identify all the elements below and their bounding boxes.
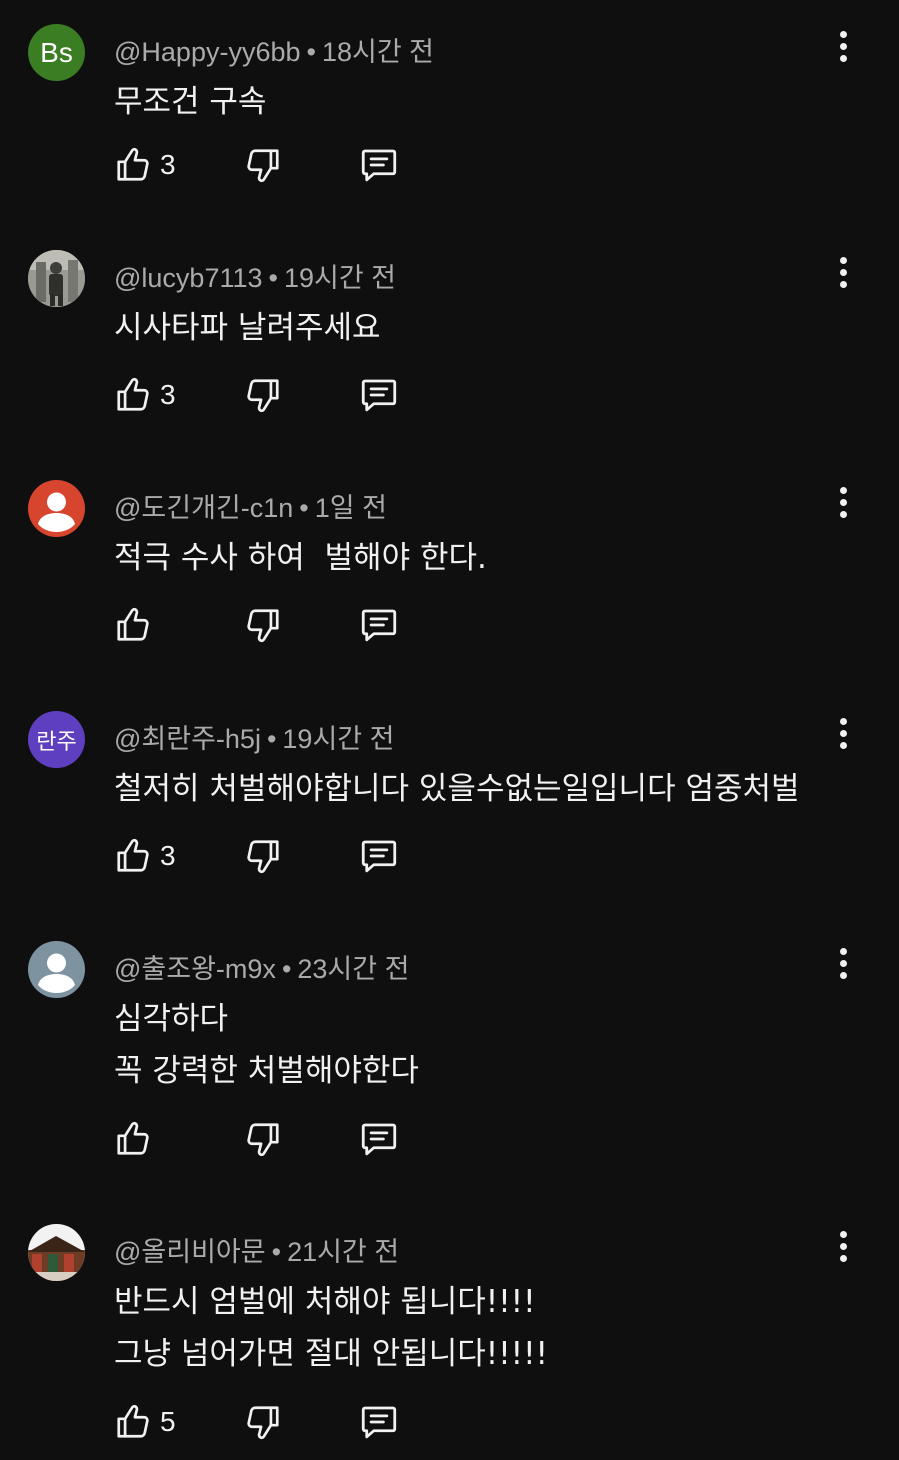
avatar[interactable] (28, 250, 85, 307)
comment-text-line: 꼭 강력한 처벌해야한다 (114, 1053, 419, 1089)
timestamp: 19시간 전 (282, 724, 395, 754)
reply-button[interactable] (358, 144, 400, 186)
dislike-button[interactable] (244, 604, 282, 646)
author-handle[interactable]: @올리비아문 (114, 1237, 266, 1267)
separator-dot: • (299, 493, 309, 523)
like-button[interactable] (114, 1118, 160, 1160)
avatar[interactable]: Bs (28, 24, 85, 81)
comment-bubble-icon (358, 144, 400, 186)
thumbs-down-icon (244, 144, 282, 186)
comment-bubble-icon (358, 374, 400, 416)
comment-meta: @출조왕-m9x • 23시간 전 (114, 947, 409, 986)
comment-text-line: 철저히 처벌해야합니다 있을수없는일입니다 엄중처벌 (114, 771, 800, 807)
comment-actions: 5 (114, 1401, 434, 1445)
comment-text: 철저히 처벌해야합니다 있을수없는일입니다 엄중처벌 (114, 763, 800, 815)
thumbs-up-icon (114, 1401, 152, 1443)
like-count: 3 (160, 840, 176, 871)
thumbs-up-icon (114, 835, 152, 877)
thumbs-down-icon (244, 374, 282, 416)
comment-meta: @lucyb7113 • 19시간 전 (114, 256, 396, 295)
avatar-initials: Bs (40, 36, 73, 68)
comment-text: 심각하다꼭 강력한 처벌해야한다 (114, 993, 419, 1097)
comment-text-line: 심각하다 (114, 1001, 229, 1037)
author-handle[interactable]: @도긴개긴-c1n (114, 493, 293, 523)
author-handle[interactable]: @최란주-h5j (114, 724, 261, 754)
timestamp: 23시간 전 (297, 954, 410, 984)
separator-dot: • (268, 263, 278, 293)
reply-button[interactable] (358, 374, 400, 416)
separator-dot: • (281, 954, 292, 984)
thumbs-down-icon (244, 1118, 282, 1160)
comment-text-line: 반드시 엄벌에 처해야 됩니다!!!! (114, 1284, 536, 1320)
timestamp: 19시간 전 (283, 263, 397, 293)
comment-actions: 3 (114, 374, 434, 418)
comment-actions (114, 604, 434, 648)
thumbs-up-icon (114, 1118, 152, 1160)
comment-text: 반드시 엄벌에 처해야 됩니다!!!! 그냥 넘어가면 절대 안됩니다!!!!! (114, 1276, 548, 1380)
comment-actions (114, 1118, 434, 1162)
more-options-icon[interactable] (828, 711, 858, 755)
comment-text-line: 시사타파 날려주세요 (114, 310, 381, 346)
separator-dot: • (271, 1237, 282, 1267)
dislike-button[interactable] (244, 144, 282, 186)
thumbs-down-icon (244, 1401, 282, 1443)
like-button[interactable]: 5 (114, 1401, 176, 1443)
reply-button[interactable] (358, 1118, 400, 1160)
avatar[interactable]: 란주 (28, 711, 85, 768)
author-handle[interactable]: @Happy-yy6bb (114, 37, 301, 67)
comment-bubble-icon (358, 1401, 400, 1443)
comment-actions: 3 (114, 835, 434, 879)
like-button[interactable]: 3 (114, 835, 176, 877)
dislike-button[interactable] (244, 374, 282, 416)
timestamp: 21시간 전 (287, 1237, 400, 1267)
thumbs-down-icon (244, 835, 282, 877)
comment-text: 시사타파 날려주세요 (114, 302, 381, 354)
comment-text: 적극 수사 하여 벌해야 한다. (114, 532, 487, 584)
reply-button[interactable] (358, 835, 400, 877)
comment-bubble-icon (358, 835, 400, 877)
comment-text-line: 적극 수사 하여 벌해야 한다. (114, 540, 487, 576)
separator-dot: • (266, 724, 277, 754)
author-handle[interactable]: @출조왕-m9x (114, 954, 276, 984)
like-button[interactable]: 3 (114, 374, 176, 416)
more-options-icon[interactable] (828, 941, 858, 985)
avatar[interactable] (28, 941, 85, 998)
timestamp: 18시간 전 (321, 37, 435, 67)
comment-meta: @올리비아문 • 21시간 전 (114, 1230, 399, 1269)
dislike-button[interactable] (244, 1401, 282, 1443)
reply-button[interactable] (358, 604, 400, 646)
comment-meta: @Happy-yy6bb • 18시간 전 (114, 30, 434, 69)
thumbs-down-icon (244, 604, 282, 646)
comment-bubble-icon (358, 1118, 400, 1160)
like-count: 5 (160, 1406, 176, 1437)
avatar[interactable] (28, 480, 85, 537)
comment-actions: 3 (114, 144, 434, 188)
comment-meta: @최란주-h5j • 19시간 전 (114, 717, 394, 756)
separator-dot: • (306, 37, 316, 67)
like-count: 3 (160, 379, 176, 410)
thumbs-up-icon (114, 604, 152, 646)
thumbs-up-icon (114, 144, 152, 186)
dislike-button[interactable] (244, 835, 282, 877)
like-count: 3 (160, 149, 176, 180)
dislike-button[interactable] (244, 1118, 282, 1160)
comment-text: 무조건 구속 (114, 76, 266, 128)
timestamp: 1일 전 (314, 493, 387, 523)
avatar[interactable] (28, 1224, 85, 1281)
comment-text-line: 그냥 넘어가면 절대 안됩니다!!!!! (114, 1336, 548, 1372)
comment-meta: @도긴개긴-c1n • 1일 전 (114, 486, 387, 525)
more-options-icon[interactable] (828, 24, 858, 68)
like-button[interactable] (114, 604, 160, 646)
comment-text-line: 무조건 구속 (114, 84, 267, 120)
author-handle[interactable]: @lucyb7113 (114, 263, 263, 293)
more-options-icon[interactable] (828, 1224, 858, 1268)
thumbs-up-icon (114, 374, 152, 416)
avatar-initials: 란주 (36, 728, 77, 754)
more-options-icon[interactable] (828, 250, 858, 294)
comment-bubble-icon (358, 604, 400, 646)
like-button[interactable]: 3 (114, 144, 176, 186)
more-options-icon[interactable] (828, 480, 858, 524)
reply-button[interactable] (358, 1401, 400, 1443)
